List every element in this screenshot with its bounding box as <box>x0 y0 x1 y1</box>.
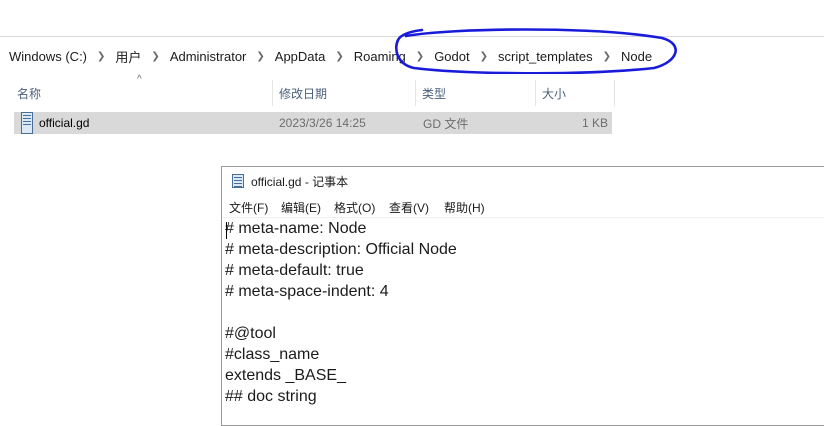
menu-help[interactable]: 帮助(H) <box>444 199 485 216</box>
file-type: GD 文件 <box>423 116 469 131</box>
breadcrumb-script-templates[interactable]: script_templates <box>492 49 599 64</box>
notepad-title-bar[interactable]: official.gd - 记事本 <box>222 167 824 195</box>
text-caret <box>226 222 227 239</box>
text-file-icon <box>21 112 33 134</box>
chevron-right-icon[interactable]: ❯ <box>476 51 492 62</box>
breadcrumb-appdata[interactable]: AppData <box>269 49 332 64</box>
notepad-window: official.gd - 记事本 文件(F) 编辑(E) 格式(O) 查看(V… <box>221 166 824 426</box>
menu-format[interactable]: 格式(O) <box>334 199 375 216</box>
text-line: # meta-space-indent: 4 <box>225 283 389 300</box>
text-line: # meta-description: Official Node <box>225 241 457 258</box>
chevron-right-icon[interactable]: ❯ <box>147 51 163 62</box>
breadcrumb-drive[interactable]: Windows (C:) <box>0 49 93 64</box>
notepad-text-area[interactable]: # meta-name: Node # meta-description: Of… <box>225 217 824 425</box>
menu-edit[interactable]: 编辑(E) <box>281 199 321 216</box>
text-line: # meta-default: true <box>225 262 364 279</box>
chevron-right-icon[interactable]: ❯ <box>252 51 268 62</box>
chevron-right-icon[interactable]: ❯ <box>599 51 615 62</box>
breadcrumb-godot[interactable]: Godot <box>428 49 475 64</box>
breadcrumb-administrator[interactable]: Administrator <box>164 49 253 64</box>
menu-view[interactable]: 查看(V) <box>389 199 429 216</box>
text-line: ## doc string <box>225 388 317 405</box>
column-header-name[interactable]: 名称 <box>17 80 273 106</box>
column-header-modified[interactable]: 修改日期 <box>279 80 416 106</box>
text-line: #@tool <box>225 325 276 342</box>
menu-file[interactable]: 文件(F) <box>229 199 268 216</box>
breadcrumb-users[interactable]: 用户 <box>109 47 147 66</box>
file-modified: 2023/3/26 14:25 <box>279 116 366 130</box>
text-line <box>225 302 824 323</box>
column-header-size[interactable]: 大小 <box>542 80 615 106</box>
file-size: 1 KB <box>581 116 608 130</box>
file-name[interactable]: official.gd <box>39 112 89 134</box>
breadcrumb-node[interactable]: Node <box>615 49 658 64</box>
notepad-menu-bar: 文件(F) 编辑(E) 格式(O) 查看(V) 帮助(H) <box>222 195 824 218</box>
text-line: #class_name <box>225 346 320 363</box>
chevron-right-icon[interactable]: ❯ <box>93 51 109 62</box>
notepad-icon <box>232 174 244 188</box>
file-row[interactable]: official.gd 2023/3/26 14:25 GD 文件 1 KB <box>14 112 612 134</box>
text-line: extends _BASE_ <box>225 367 346 384</box>
text-line: # meta-name: Node <box>225 220 367 237</box>
breadcrumb-roaming[interactable]: Roaming <box>348 49 412 64</box>
column-headers: ^ 名称 修改日期 类型 大小 <box>0 74 824 106</box>
notepad-title: official.gd - 记事本 <box>251 175 349 189</box>
chevron-right-icon[interactable]: ❯ <box>412 51 428 62</box>
column-header-type[interactable]: 类型 <box>422 80 536 106</box>
address-bar[interactable]: Windows (C:) ❯ 用户 ❯ Administrator ❯ AppD… <box>0 36 824 75</box>
chevron-right-icon[interactable]: ❯ <box>331 51 347 62</box>
